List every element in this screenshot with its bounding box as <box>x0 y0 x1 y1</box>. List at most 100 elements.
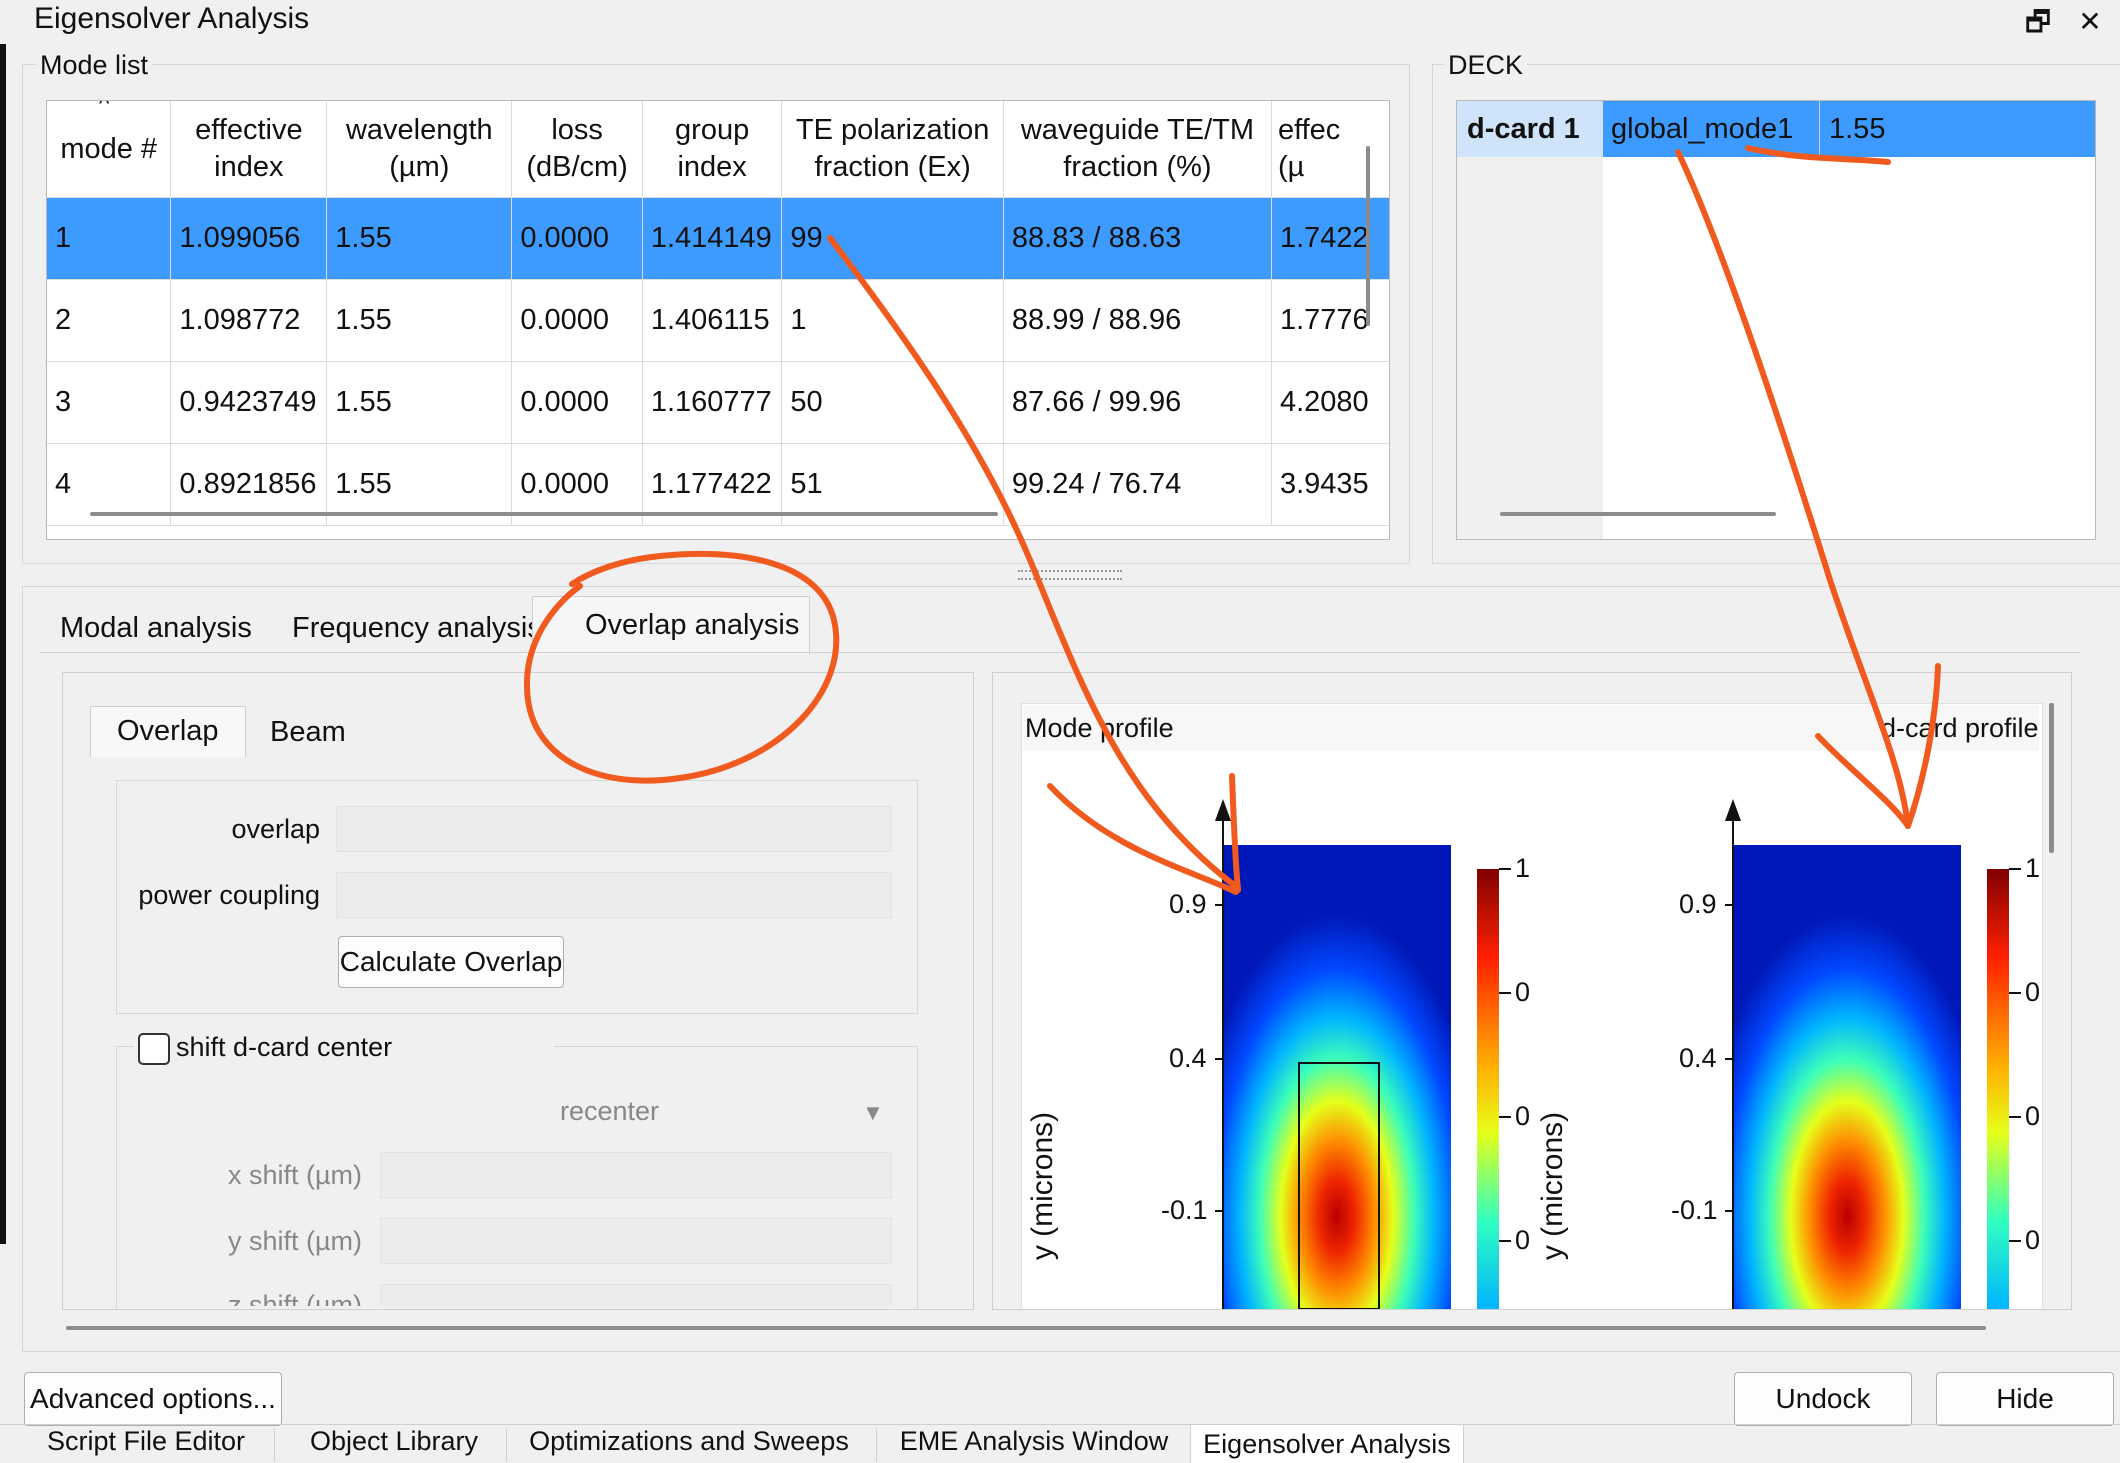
mode-ytick: 0.9 <box>1169 889 1207 919</box>
table-cell[interactable]: 1.55 <box>326 279 513 362</box>
col-header[interactable]: effective index <box>170 101 328 198</box>
col-header[interactable]: waveguide TE/TM fraction (%) <box>1003 101 1272 198</box>
tab-frequency-analysis[interactable]: Frequency analysis <box>292 612 542 645</box>
table-cell[interactable]: 1.098772 <box>170 279 328 362</box>
hide-button[interactable]: Hide <box>1936 1372 2114 1426</box>
splitter-handle[interactable] <box>1018 570 1122 580</box>
d-card-cbar-tick: 0 <box>2025 1225 2041 1255</box>
table-cell[interactable]: 3.9435 <box>1271 443 1389 526</box>
advanced-options-button[interactable]: Advanced options... <box>24 1372 282 1426</box>
tab-overlap-analysis[interactable]: Overlap analysis <box>532 596 810 655</box>
table-cell[interactable]: 1.406115 <box>642 279 783 362</box>
tab-optimizations-and-sweeps[interactable]: Optimizations and Sweeps <box>516 1426 862 1462</box>
tab-modal-analysis[interactable]: Modal analysis <box>60 612 252 645</box>
subtab-overlap[interactable]: Overlap <box>90 706 246 757</box>
overlap-field[interactable] <box>336 806 892 852</box>
tab-eigensolver-analysis[interactable]: Eigensolver Analysis <box>1190 1424 1464 1463</box>
window-title: Eigensolver Analysis <box>34 2 310 35</box>
d-card-ylabel: y (microns) <box>1536 1111 1569 1261</box>
table-cell[interactable]: 1.099056 <box>170 197 328 280</box>
table-row[interactable]: 2 1.098772 1.55 0.0000 1.406115 1 88.99 … <box>47 279 1389 362</box>
mode-profile-heatmap <box>1223 845 1451 1309</box>
power-coupling-label: power coupling <box>138 880 320 910</box>
table-row[interactable]: 3 0.9423749 1.55 0.0000 1.160777 50 87.6… <box>47 361 1389 444</box>
d-card-cbar-tick: 0 <box>2025 977 2041 1007</box>
table-cell[interactable]: 1.160777 <box>642 361 783 444</box>
tab-object-library[interactable]: Object Library <box>284 1426 504 1462</box>
x-shift-field[interactable] <box>380 1152 892 1198</box>
table-row[interactable]: 1 1.099056 1.55 0.0000 1.414149 99 88.83… <box>47 197 1389 280</box>
col-header[interactable]: loss (dB/cm) <box>511 101 643 198</box>
z-shift-field[interactable] <box>380 1284 892 1306</box>
mode-ytick: -0.1 <box>1161 1195 1208 1225</box>
mode-table-vscrollbar[interactable] <box>1366 146 1370 326</box>
col-header-line2: (µm) <box>389 151 450 183</box>
table-cell[interactable]: 99 <box>781 197 1004 280</box>
tab-divider <box>506 1428 507 1462</box>
col-header-line2: fraction (Ex) <box>814 151 971 183</box>
mode-table-hscrollbar[interactable] <box>90 512 998 516</box>
deck-row-header-column <box>1457 101 1603 539</box>
table-cell[interactable]: 4.2080 <box>1271 361 1389 444</box>
table-cell[interactable]: 87.66 / 99.96 <box>1003 361 1272 444</box>
tab-bar-line <box>40 652 2080 653</box>
table-cell[interactable]: 1.7422 <box>1271 197 1389 280</box>
restore-window-icon[interactable]: 🗗 <box>2016 0 2060 44</box>
table-cell[interactable]: 99.24 / 76.74 <box>1003 443 1272 526</box>
table-cell[interactable]: 1.55 <box>326 361 513 444</box>
tab-divider <box>274 1428 275 1462</box>
overlap-label: overlap <box>231 814 320 844</box>
close-icon[interactable]: ✕ <box>2068 0 2112 44</box>
tab-script-file-editor[interactable]: Script File Editor <box>24 1426 268 1462</box>
table-cell[interactable]: 0.0000 <box>511 361 643 444</box>
table-cell[interactable]: 1.7776 <box>1271 279 1389 362</box>
analysis-hscrollbar[interactable] <box>66 1326 1986 1330</box>
d-card-ytick: 0.9 <box>1679 889 1717 919</box>
deck-card-value[interactable]: 1.55 <box>1829 113 1885 146</box>
col-header-line1: effective <box>195 114 303 146</box>
y-shift-field[interactable] <box>380 1218 892 1264</box>
d-card-ytick: 0.4 <box>1679 1043 1717 1073</box>
table-cell[interactable]: 88.83 / 88.63 <box>1003 197 1272 280</box>
tab-eme-analysis-window[interactable]: EME Analysis Window <box>886 1426 1182 1462</box>
col-header-line1: TE polarization <box>795 114 990 146</box>
col-header[interactable]: group index <box>642 101 783 198</box>
tab-overlap-analysis-label: Overlap analysis <box>585 609 800 641</box>
power-coupling-field[interactable] <box>336 872 892 918</box>
table-cell[interactable]: 1.55 <box>326 197 513 280</box>
table-cell[interactable]: 1.414149 <box>642 197 783 280</box>
chevron-down-icon[interactable]: ▼ <box>862 1100 884 1126</box>
table-cell[interactable]: 1 <box>781 279 1004 362</box>
col-header[interactable]: effec (µ <box>1271 101 1389 198</box>
deck-row-header[interactable]: d-card 1 <box>1467 113 1580 146</box>
deck-hscrollbar[interactable] <box>1500 512 1776 516</box>
mode-table: ^ mode # effective index wavelength (µm) lo… <box>47 101 1389 526</box>
col-header[interactable]: ^ mode # <box>47 101 172 198</box>
col-header[interactable]: TE polarization fraction (Ex) <box>781 101 1004 198</box>
table-cell[interactable]: 2 <box>47 279 172 362</box>
shift-checkbox[interactable] <box>138 1033 170 1065</box>
col-header[interactable]: wavelength (µm) <box>326 101 513 198</box>
subtab-beam[interactable]: Beam <box>270 716 346 749</box>
col-header-line1: waveguide TE/TM <box>1020 114 1255 146</box>
calculate-overlap-button[interactable]: Calculate Overlap <box>338 936 564 988</box>
table-cell[interactable]: 50 <box>781 361 1004 444</box>
table-cell[interactable]: 3 <box>47 361 172 444</box>
deck-card-name[interactable]: global_mode1 <box>1611 113 1793 146</box>
d-card-y-axis-arrow <box>1725 799 1741 821</box>
recenter-dropdown[interactable]: recenter <box>560 1096 659 1127</box>
profile-plots-svg <box>1215 799 2021 1309</box>
table-cell[interactable]: 1 <box>47 197 172 280</box>
table-cell[interactable]: 0.0000 <box>511 197 643 280</box>
table-cell[interactable]: 0.0000 <box>511 279 643 362</box>
table-cell[interactable]: 0.9423749 <box>170 361 328 444</box>
mode-ytick: 0.4 <box>1169 1043 1207 1073</box>
d-card-ytick: -0.1 <box>1671 1195 1718 1225</box>
shift-checkbox-row[interactable]: shift d-card center <box>134 1030 554 1066</box>
col-header-line2: index <box>677 151 747 183</box>
table-cell[interactable]: 88.99 / 88.96 <box>1003 279 1272 362</box>
deck-title: DECK <box>1444 50 1528 81</box>
undock-button[interactable]: Undock <box>1734 1372 1912 1426</box>
shift-checkbox-label: shift d-card center <box>176 1032 393 1062</box>
d-card-cbar-tick: 1 <box>2025 853 2041 883</box>
